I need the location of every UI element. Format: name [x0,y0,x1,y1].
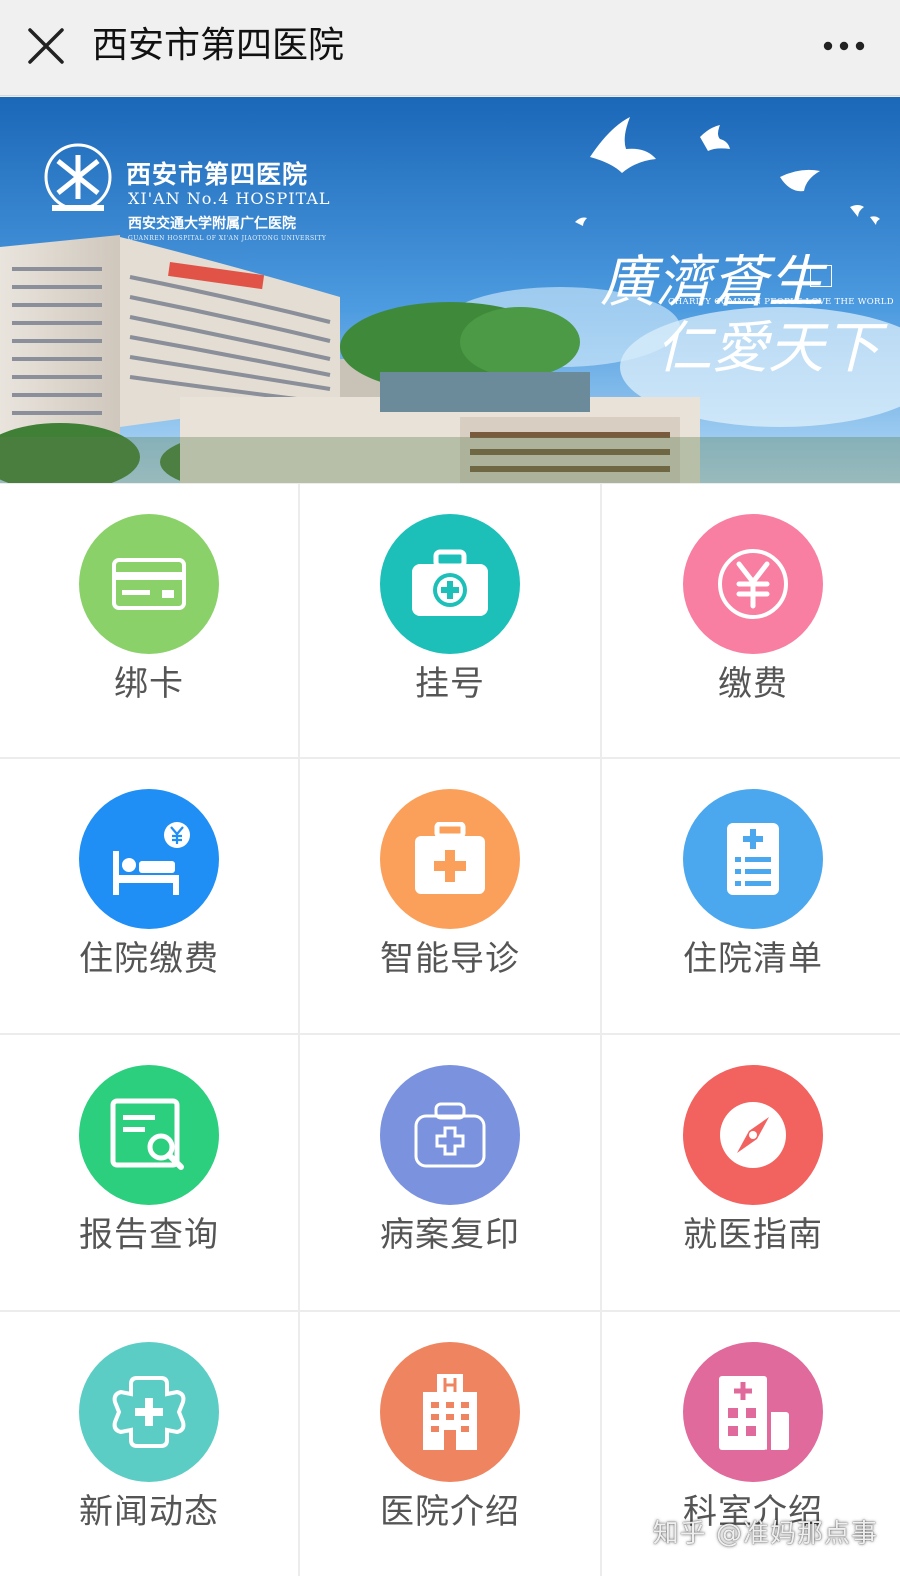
menu-item-payment[interactable]: 缴费 [602,484,900,757]
menu-label: 住院清单 [602,937,900,981]
menu-label: 医院介绍 [300,1490,600,1534]
page-title: 西安市第四医院 [92,22,344,70]
menu-item-bind-card[interactable]: 绑卡 [0,484,298,757]
menu-label: 就医指南 [602,1213,900,1257]
menu-label: 病案复印 [300,1213,600,1257]
medical-kit-icon [410,548,490,620]
menu-icon-circle [683,514,823,654]
menu-icon-circle [79,1065,219,1205]
card-icon [112,558,186,610]
menu-icon-circle [683,1065,823,1205]
menu-icon-circle [79,514,219,654]
close-button[interactable] [22,22,70,70]
menu-label: 报告查询 [0,1213,298,1257]
menu-label: 挂号 [300,662,600,706]
list-icon [725,821,781,897]
menu-icon-circle [683,789,823,929]
menu-item-news[interactable]: 新闻动态 [0,1312,298,1576]
yuan-icon [715,546,791,622]
menu-icon-circle [380,1065,520,1205]
menu-item-registration[interactable]: 挂号 [300,484,600,757]
menu-label: 绑卡 [0,662,298,706]
compass-icon [717,1099,789,1171]
menu-label: 住院缴费 [0,937,298,981]
hospital-banner[interactable]: 西安市第四医院 XI'AN No.4 HOSPITAL 西安交通大学附属广仁医院… [0,97,900,483]
banner-hospital-name-en: XI'AN No.4 HOSPITAL [128,189,331,208]
menu-item-inpatient-list[interactable]: 住院清单 [602,759,900,1033]
watermark: 知乎 @准妈那点事 [653,1513,878,1550]
menu-icon-circle [79,789,219,929]
menu-item-record-copy[interactable]: 病案复印 [300,1035,600,1310]
department-icon [715,1372,791,1452]
banner-affiliation-en: GUANREN HOSPITAL OF XI'AN JIAOTONG UNIVE… [128,235,326,242]
menu-item-report-query[interactable]: 报告查询 [0,1035,298,1310]
menu-icon-circle [683,1342,823,1482]
menu-item-hospital-intro[interactable]: 医院介绍 [300,1312,600,1576]
service-grid: 绑卡 挂号 缴费 [0,484,900,1570]
banner-seal [810,265,832,287]
banner-slogan-line2: 仁愛天下 [656,303,880,384]
menu-item-inpatient-payment[interactable]: 住院缴费 [0,759,298,1033]
report-search-icon [109,1097,189,1173]
news-cross-icon [109,1372,189,1452]
banner-affiliation: 西安交通大学附属广仁医院 [128,213,296,233]
first-aid-icon [413,822,487,896]
menu-label: 缴费 [602,662,900,706]
menu-label: 新闻动态 [0,1490,298,1534]
menu-item-guide[interactable]: 就医指南 [602,1035,900,1310]
top-bar: 西安市第四医院 [0,0,900,96]
banner-hospital-name: 西安市第四医院 [126,155,308,191]
menu-label: 智能导诊 [300,937,600,981]
more-icon [818,26,870,66]
more-button[interactable] [818,26,870,66]
medical-bag-icon [412,1100,488,1170]
menu-item-smart-triage[interactable]: 智能导诊 [300,759,600,1033]
hospital-building-icon [419,1372,481,1452]
menu-icon-circle [380,789,520,929]
menu-icon-circle [380,514,520,654]
menu-icon-circle [79,1342,219,1482]
menu-icon-circle [380,1342,520,1482]
hospital-bed-icon [101,819,197,899]
close-icon [22,22,70,70]
